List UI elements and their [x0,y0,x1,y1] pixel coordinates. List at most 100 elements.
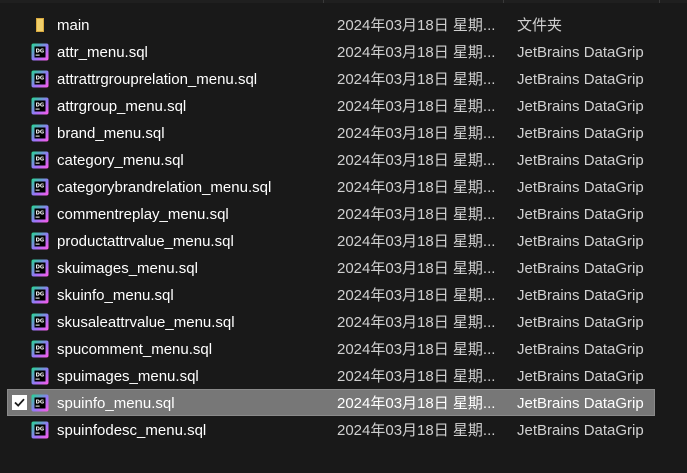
file-date-modified: 2024年03月18日 星期... [337,71,496,88]
svg-text:DG: DG [36,291,45,297]
file-type: JetBrains DataGrip [517,71,644,88]
svg-text:DG: DG [36,102,45,108]
file-name: spuinfodesc_menu.sql [57,422,207,439]
file-date-modified: 2024年03月18日 星期... [337,17,496,34]
file-row-brand-menu-sql[interactable]: DG brand_menu.sql 2024年03月18日 星期... JetB… [7,119,655,146]
file-date-modified: 2024年03月18日 星期... [337,152,496,169]
file-explorer-list-view: main 2024年03月18日 星期... 文件夹 DG attr_menu.… [0,0,687,473]
datagrip-icon: DG [31,178,49,196]
file-row-attrattrgrouprelation-menu-sql[interactable]: DG attrattrgrouprelation_menu.sql 2024年0… [7,65,655,92]
file-date-modified: 2024年03月18日 星期... [337,44,496,61]
file-row-attr-menu-sql[interactable]: DG attr_menu.sql 2024年03月18日 星期... JetBr… [7,38,655,65]
row-checkbox[interactable] [12,395,27,410]
datagrip-icon: DG [31,70,49,88]
file-date-modified: 2024年03月18日 星期... [337,125,496,142]
column-divider[interactable] [323,0,324,3]
file-date-modified: 2024年03月18日 星期... [337,395,496,412]
file-row-main[interactable]: main 2024年03月18日 星期... 文件夹 [7,11,655,38]
file-row-spuinfo-menu-sql[interactable]: DG spuinfo_menu.sql 2024年03月18日 星期... Je… [7,389,655,416]
file-type: JetBrains DataGrip [517,341,644,358]
file-name: main [57,17,90,34]
row-checkbox[interactable] [12,422,27,437]
file-row-categorybrandrelation-menu-sql[interactable]: DG categorybrandrelation_menu.sql 2024年0… [7,173,655,200]
datagrip-icon: DG [31,205,49,223]
row-checkbox[interactable] [12,71,27,86]
file-name: attrattrgrouprelation_menu.sql [57,71,258,88]
file-date-modified: 2024年03月18日 星期... [337,287,496,304]
datagrip-icon: DG [31,151,49,169]
file-name: skusaleattrvalue_menu.sql [57,314,235,331]
datagrip-icon: DG [31,340,49,358]
row-checkbox[interactable] [12,341,27,356]
file-row-attrgroup-menu-sql[interactable]: DG attrgroup_menu.sql 2024年03月18日 星期... … [7,92,655,119]
column-divider[interactable] [503,0,504,3]
file-row-commentreplay-menu-sql[interactable]: DG commentreplay_menu.sql 2024年03月18日 星期… [7,200,655,227]
file-date-modified: 2024年03月18日 星期... [337,422,496,439]
file-name: skuinfo_menu.sql [57,287,174,304]
file-name: spuinfo_menu.sql [57,395,175,412]
column-divider[interactable] [659,0,660,3]
column-header-edge [0,0,687,3]
file-type: JetBrains DataGrip [517,422,644,439]
svg-text:DG: DG [36,156,45,162]
file-row-category-menu-sql[interactable]: DG category_menu.sql 2024年03月18日 星期... J… [7,146,655,173]
row-checkbox[interactable] [12,206,27,221]
file-name: productattrvalue_menu.sql [57,233,234,250]
row-checkbox[interactable] [12,287,27,302]
row-checkbox[interactable] [12,233,27,248]
file-type: JetBrains DataGrip [517,368,644,385]
file-row-skusaleattrvalue-menu-sql[interactable]: DG skusaleattrvalue_menu.sql 2024年03月18日… [7,308,655,335]
file-name: category_menu.sql [57,152,184,169]
row-checkbox[interactable] [12,98,27,113]
file-name: skuimages_menu.sql [57,260,198,277]
svg-text:DG: DG [36,318,45,324]
svg-text:DG: DG [36,183,45,189]
svg-text:DG: DG [36,345,45,351]
svg-text:DG: DG [36,48,45,54]
file-type: JetBrains DataGrip [517,260,644,277]
svg-text:DG: DG [36,75,45,81]
svg-text:DG: DG [36,129,45,135]
file-date-modified: 2024年03月18日 星期... [337,341,496,358]
row-checkbox[interactable] [12,17,27,32]
file-name: categorybrandrelation_menu.sql [57,179,272,196]
file-date-modified: 2024年03月18日 星期... [337,314,496,331]
file-type: JetBrains DataGrip [517,395,644,412]
svg-text:DG: DG [36,210,45,216]
svg-text:DG: DG [36,237,45,243]
file-row-skuinfo-menu-sql[interactable]: DG skuinfo_menu.sql 2024年03月18日 星期... Je… [7,281,655,308]
file-row-spucomment-menu-sql[interactable]: DG spucomment_menu.sql 2024年03月18日 星期...… [7,335,655,362]
svg-text:DG: DG [36,399,45,405]
file-row-skuimages-menu-sql[interactable]: DG skuimages_menu.sql 2024年03月18日 星期... … [7,254,655,281]
file-type: JetBrains DataGrip [517,179,644,196]
file-type: JetBrains DataGrip [517,314,644,331]
file-name: brand_menu.sql [57,125,165,142]
file-date-modified: 2024年03月18日 星期... [337,368,496,385]
folder-icon [31,16,49,34]
datagrip-icon: DG [31,232,49,250]
datagrip-icon: DG [31,394,49,412]
row-checkbox[interactable] [12,368,27,383]
file-type: JetBrains DataGrip [517,233,644,250]
file-date-modified: 2024年03月18日 星期... [337,179,496,196]
file-name: attr_menu.sql [57,44,148,61]
datagrip-icon: DG [31,313,49,331]
row-checkbox[interactable] [12,152,27,167]
datagrip-icon: DG [31,286,49,304]
file-type: JetBrains DataGrip [517,152,644,169]
svg-text:DG: DG [36,264,45,270]
row-checkbox[interactable] [12,179,27,194]
row-checkbox[interactable] [12,260,27,275]
file-type: 文件夹 [517,17,563,34]
row-checkbox[interactable] [12,44,27,59]
file-row-productattrvalue-menu-sql[interactable]: DG productattrvalue_menu.sql 2024年03月18日… [7,227,655,254]
file-row-spuimages-menu-sql[interactable]: DG spuimages_menu.sql 2024年03月18日 星期... … [7,362,655,389]
svg-text:DG: DG [36,372,45,378]
file-row-spuinfodesc-menu-sql[interactable]: DG spuinfodesc_menu.sql 2024年03月18日 星期..… [7,416,655,443]
datagrip-icon: DG [31,259,49,277]
row-checkbox[interactable] [12,125,27,140]
file-date-modified: 2024年03月18日 星期... [337,233,496,250]
row-checkbox[interactable] [12,314,27,329]
datagrip-icon: DG [31,367,49,385]
file-name: attrgroup_menu.sql [57,98,187,115]
